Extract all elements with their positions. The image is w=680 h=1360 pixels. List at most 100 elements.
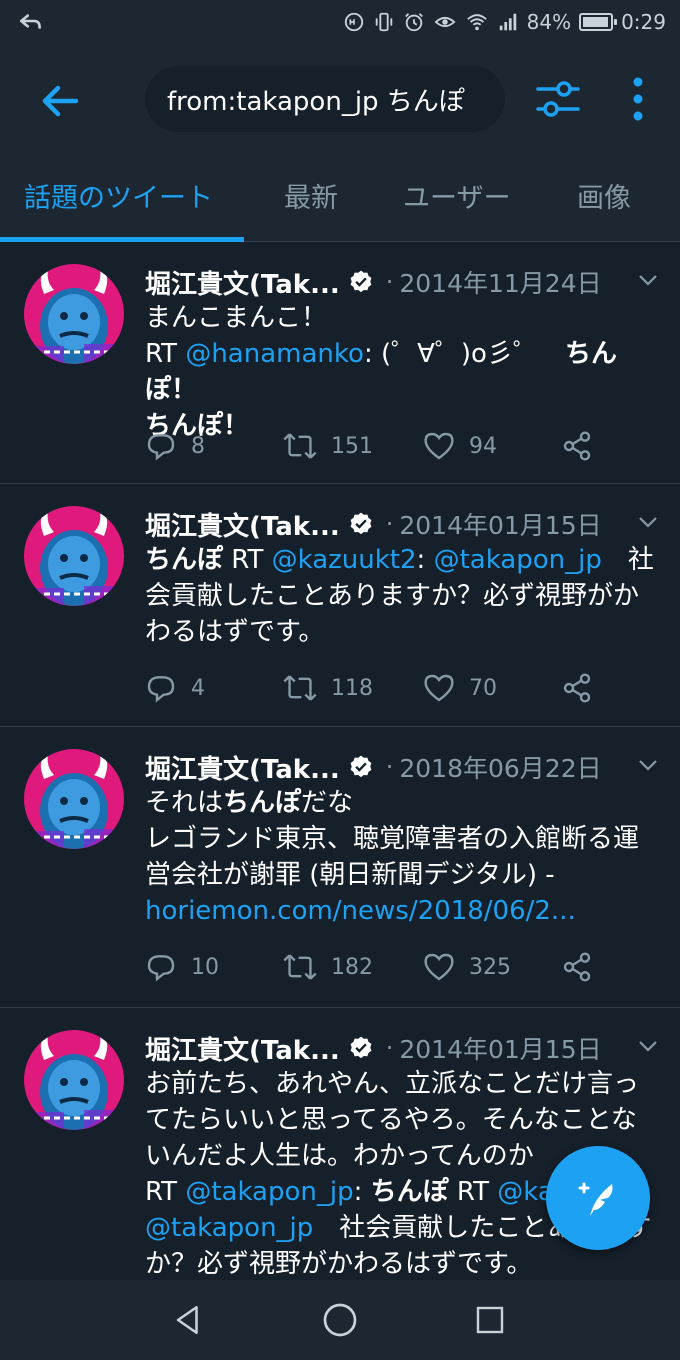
share-icon bbox=[563, 673, 591, 703]
highlighted-term: ちんぽ bbox=[145, 545, 224, 575]
tweet[interactable]: 堀江貴文(Tak... · 2018年06月22日 それはちんぽだな レゴランド… bbox=[0, 727, 680, 1008]
tweet-date: 2014年11月24日 bbox=[399, 269, 602, 298]
nav-home-icon[interactable] bbox=[320, 1300, 360, 1340]
reply-button[interactable]: 8 bbox=[145, 428, 205, 464]
retweet-button[interactable]: 151 bbox=[283, 428, 373, 464]
avatar[interactable] bbox=[24, 1030, 124, 1130]
chevron-down-icon[interactable] bbox=[636, 1034, 660, 1062]
heart-icon bbox=[424, 674, 454, 702]
author-name[interactable]: 堀江貴文(Tak... bbox=[145, 506, 340, 543]
nav-recents-icon[interactable] bbox=[470, 1300, 510, 1340]
eye-comfort-icon bbox=[433, 11, 457, 33]
tweet-text-span: だな bbox=[301, 788, 354, 818]
author-name[interactable]: 堀江貴文(Tak... bbox=[145, 264, 340, 301]
like-count: 325 bbox=[469, 954, 511, 980]
mention-link[interactable]: @takapon_jp bbox=[185, 1177, 353, 1207]
reply-count: 8 bbox=[191, 433, 205, 459]
avatar[interactable] bbox=[24, 749, 124, 849]
mention-link[interactable]: @hanamanko bbox=[185, 339, 364, 369]
like-count: 70 bbox=[469, 675, 497, 701]
search-tabs: 話題のツイート 最新 ユーザー 画像 bbox=[0, 154, 680, 242]
nav-back-icon[interactable] bbox=[168, 1300, 208, 1340]
tab-photos[interactable]: 画像 bbox=[577, 176, 631, 215]
tweet-text-span: お前たち、あれやん、立派なことだけ言ってたらいいと思ってるやろ。そんなことないん… bbox=[145, 1069, 640, 1171]
tweet-header: 堀江貴文(Tak... · 2014年11月24日 bbox=[145, 262, 660, 302]
reply-button[interactable]: 4 bbox=[145, 670, 205, 706]
chevron-down-icon[interactable] bbox=[636, 510, 660, 538]
verified-badge-icon bbox=[348, 269, 374, 295]
mention-link[interactable]: @takapon_jp bbox=[434, 545, 602, 575]
tweet[interactable]: 堀江貴文(Tak... · 2014年11月24日 まんこまんこ！ RT @ha… bbox=[0, 242, 680, 484]
like-button[interactable]: 325 bbox=[423, 949, 511, 985]
tweet-text-span: : (゜∀゜)o彡゜ bbox=[363, 339, 539, 369]
retweet-icon bbox=[283, 954, 317, 980]
tab-users[interactable]: ユーザー bbox=[403, 176, 510, 215]
tweet-header: 堀江貴文(Tak... · 2018年06月22日 bbox=[145, 747, 660, 787]
separator-dot: · bbox=[385, 510, 394, 538]
share-icon bbox=[563, 431, 591, 461]
retweet-button[interactable]: 118 bbox=[283, 670, 373, 706]
separator-dot: · bbox=[385, 1034, 394, 1062]
share-button[interactable] bbox=[561, 428, 593, 464]
battery-icon bbox=[579, 13, 618, 31]
reply-icon bbox=[147, 434, 175, 461]
tweet-date: 2014年01月15日 bbox=[399, 511, 602, 540]
tweet[interactable]: 堀江貴文(Tak... · 2014年01月15日 ちんぽ RT @kazuuk… bbox=[0, 484, 680, 727]
avatar[interactable] bbox=[24, 264, 124, 364]
reply-icon bbox=[147, 676, 175, 703]
search-app-bar: from:takapon_jp ちんぽ bbox=[0, 44, 680, 154]
tweet-actions: 10 182 325 bbox=[145, 949, 605, 985]
reply-icon bbox=[147, 955, 175, 982]
tab-latest[interactable]: 最新 bbox=[284, 176, 338, 215]
share-button[interactable] bbox=[561, 949, 593, 985]
chevron-down-icon[interactable] bbox=[636, 753, 660, 781]
rt-label: RT bbox=[223, 545, 272, 575]
share-icon bbox=[563, 952, 591, 982]
tweet-header: 堀江貴文(Tak... · 2014年01月15日 bbox=[145, 504, 660, 544]
compose-tweet-button[interactable] bbox=[546, 1146, 650, 1250]
tweet-text-span: : bbox=[416, 545, 434, 575]
separator-dot: · bbox=[385, 753, 394, 781]
compose-feather-icon bbox=[578, 1182, 613, 1216]
like-count: 94 bbox=[469, 433, 497, 459]
tweet-actions: 4 118 70 bbox=[145, 670, 605, 706]
retweet-count: 118 bbox=[331, 675, 373, 701]
search-input[interactable]: from:takapon_jp ちんぽ bbox=[145, 66, 505, 132]
author-name[interactable]: 堀江貴文(Tak... bbox=[145, 1030, 340, 1067]
retweet-count: 182 bbox=[331, 954, 373, 980]
tweet-feed[interactable]: 堀江貴文(Tak... · 2014年11月24日 まんこまんこ！ RT @ha… bbox=[0, 242, 680, 1308]
url-link[interactable]: horiemon.com/news/2018/06/2... bbox=[145, 893, 660, 929]
rt-label: RT bbox=[145, 339, 186, 369]
retweet-button[interactable]: 182 bbox=[283, 949, 373, 985]
chevron-down-icon[interactable] bbox=[636, 268, 660, 296]
retweet-icon bbox=[283, 675, 317, 701]
like-button[interactable]: 70 bbox=[423, 670, 497, 706]
separator-dot: · bbox=[385, 268, 394, 296]
verified-badge-icon bbox=[348, 754, 374, 780]
mention-link[interactable]: @kazuukt2 bbox=[272, 545, 417, 575]
reply-button[interactable]: 10 bbox=[145, 949, 219, 985]
like-button[interactable]: 94 bbox=[423, 428, 497, 464]
search-filter-icon[interactable] bbox=[535, 77, 581, 121]
heart-icon bbox=[424, 953, 454, 981]
back-arrow-icon[interactable] bbox=[36, 76, 86, 126]
verified-badge-icon bbox=[348, 511, 374, 537]
tweet-date: 2014年01月15日 bbox=[399, 1035, 602, 1064]
tweet-text: まんこまんこ！ RT @hanamanko: (゜∀゜)o彡゜ ちんぽ！ ちんぽ… bbox=[145, 300, 660, 444]
tweet-actions: 8 151 94 bbox=[145, 428, 605, 464]
mention-link[interactable]: @takapon_jp bbox=[145, 1213, 313, 1243]
tab-top-tweets[interactable]: 話題のツイート bbox=[24, 176, 213, 215]
wifi-icon bbox=[465, 11, 489, 33]
retweet-icon bbox=[283, 433, 317, 459]
heart-icon bbox=[424, 432, 454, 460]
tweet-text-line: まんこまんこ！ bbox=[145, 303, 328, 333]
avatar[interactable] bbox=[24, 506, 124, 606]
more-options-icon[interactable] bbox=[620, 74, 656, 124]
share-button[interactable] bbox=[561, 670, 593, 706]
author-name[interactable]: 堀江貴文(Tak... bbox=[145, 749, 340, 786]
status-back-icon bbox=[18, 8, 44, 39]
tweet-date: 2018年06月22日 bbox=[399, 754, 602, 783]
highlighted-term: ちんぽ bbox=[223, 788, 302, 818]
hd-call-icon bbox=[343, 11, 365, 33]
vibrate-icon bbox=[373, 11, 395, 33]
